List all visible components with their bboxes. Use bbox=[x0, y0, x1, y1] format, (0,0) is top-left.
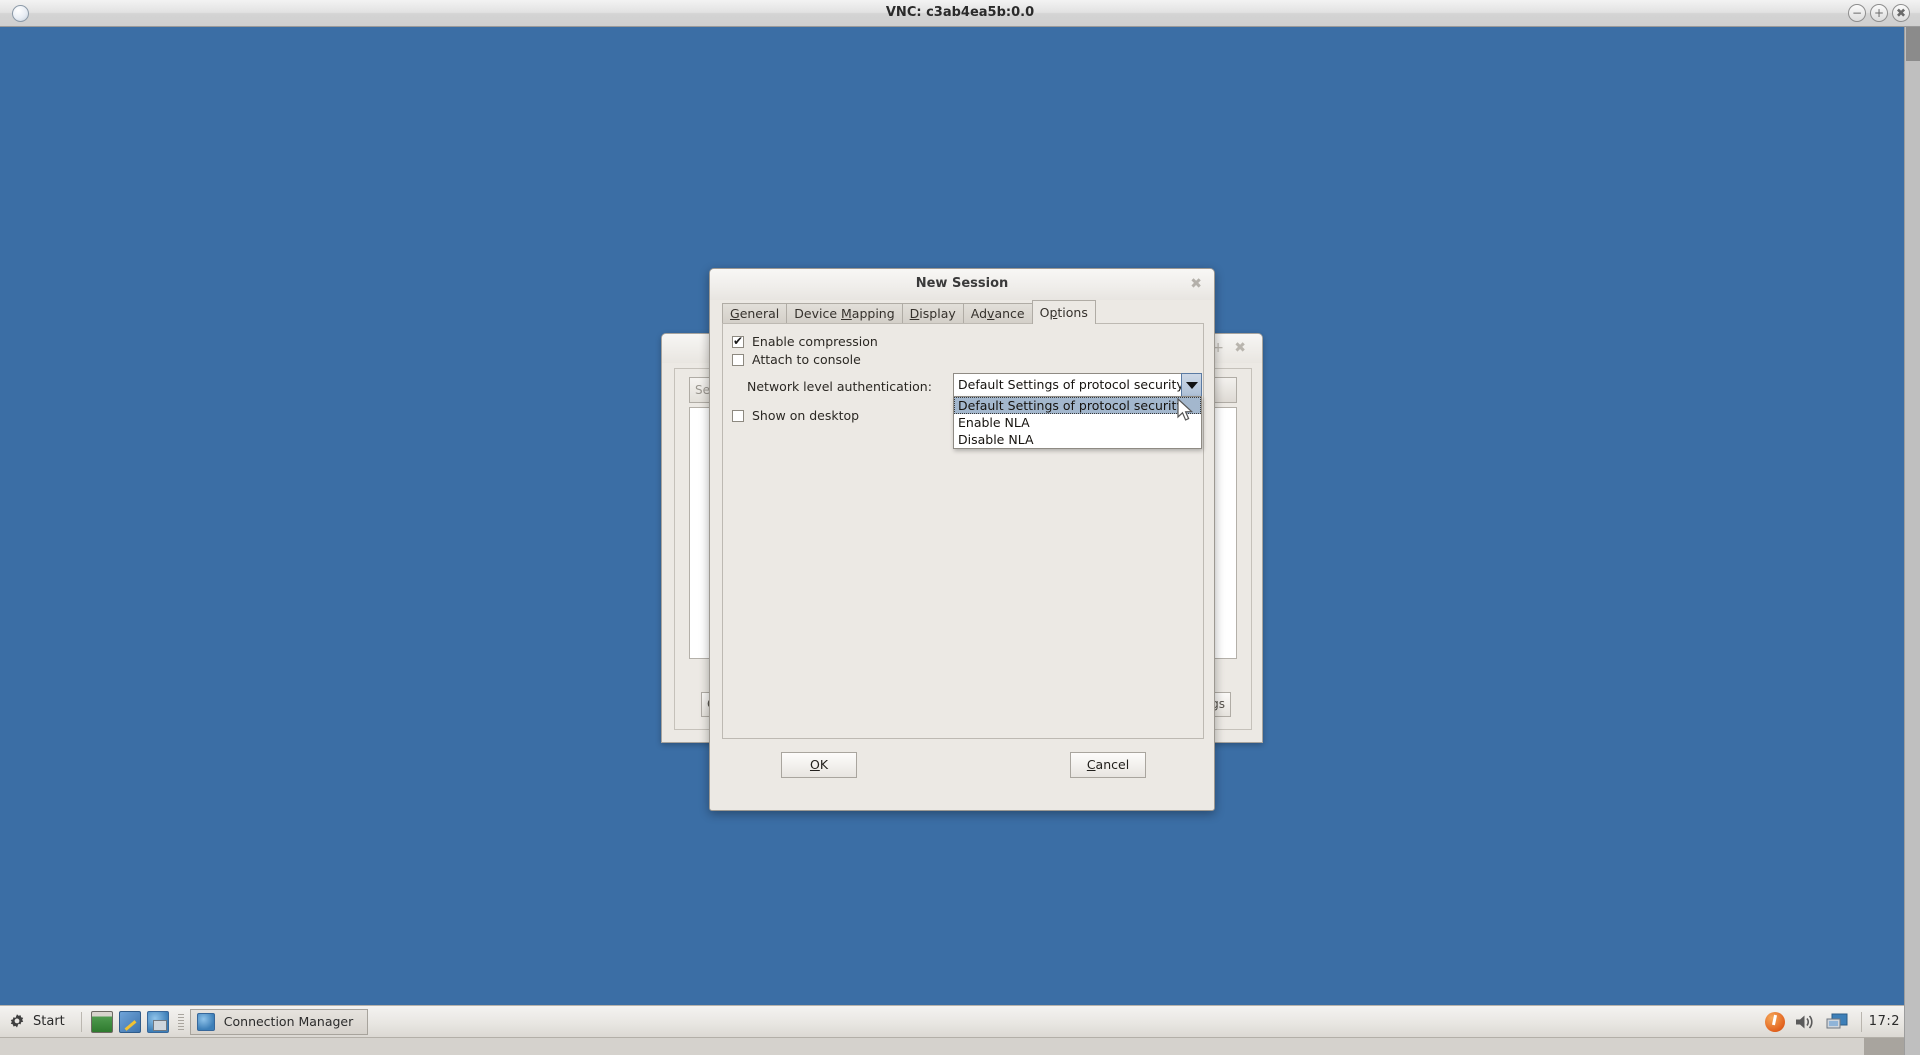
taskbar: Start Connection Manager 17:2 bbox=[0, 1005, 1904, 1037]
settings-icon[interactable] bbox=[118, 1010, 141, 1033]
desktop-bottom-strip bbox=[0, 1037, 1904, 1055]
enable-compression-label: Enable compression bbox=[752, 334, 878, 349]
vnc-titlebar: VNC: c3ab4ea5b:0.0 − + ✖ bbox=[0, 0, 1920, 27]
volume-icon[interactable] bbox=[1794, 1012, 1816, 1032]
dropdown-option-default-settings[interactable]: Default Settings of protocol security bbox=[954, 397, 1201, 414]
vnc-window-title: VNC: c3ab4ea5b:0.0 bbox=[885, 5, 1035, 20]
combobox-value[interactable]: Default Settings of protocol security bbox=[953, 373, 1181, 397]
attach-to-console-label: Attach to console bbox=[752, 352, 861, 367]
update-notifier-icon[interactable] bbox=[1764, 1011, 1785, 1032]
scrollbar-thumb[interactable] bbox=[1906, 27, 1920, 61]
divider bbox=[1860, 1011, 1862, 1032]
network-level-authentication-combobox[interactable]: Default Settings of protocol security bbox=[953, 373, 1202, 397]
vnc-vertical-scrollbar[interactable] bbox=[1904, 27, 1920, 1055]
chevron-down-icon[interactable] bbox=[1181, 373, 1202, 397]
network-level-authentication-dropdown-list[interactable]: Default Settings of protocol security En… bbox=[953, 396, 1202, 449]
remote-desktop-icon[interactable] bbox=[146, 1010, 169, 1033]
task-button-label: Connection Manager bbox=[223, 1014, 354, 1029]
tab-device-mapping[interactable]: Device Mapping bbox=[786, 303, 903, 324]
cancel-button[interactable]: Cancel bbox=[1070, 752, 1146, 778]
tab-advance[interactable]: Advance bbox=[962, 303, 1033, 324]
remote-desktop-icon bbox=[196, 1012, 215, 1031]
checkbox-icon[interactable] bbox=[732, 409, 744, 422]
system-tray: 17:2 bbox=[1760, 1011, 1904, 1032]
clock[interactable]: 17:2 bbox=[1869, 1014, 1900, 1029]
start-button[interactable]: Start bbox=[0, 1007, 75, 1037]
new-session-dialog: New Session ✖ General Device Mapping Dis… bbox=[709, 268, 1215, 811]
dropdown-option-enable-nla[interactable]: Enable NLA bbox=[954, 414, 1201, 431]
enable-compression-checkbox-row[interactable]: Enable compression bbox=[732, 334, 878, 349]
display-icon[interactable] bbox=[1825, 1012, 1849, 1032]
checkbox-icon[interactable] bbox=[732, 353, 744, 366]
vnc-window: VNC: c3ab4ea5b:0.0 − + ✖ + ✖ Se C gs New… bbox=[0, 0, 1920, 1055]
scrollbar-thumb[interactable] bbox=[1864, 1038, 1904, 1055]
ok-button[interactable]: OK bbox=[781, 752, 857, 778]
maximize-icon[interactable]: + bbox=[1870, 4, 1888, 22]
desktop-canvas: + ✖ Se C gs New Session ✖ General Device… bbox=[0, 27, 1904, 1055]
close-icon[interactable]: ✖ bbox=[1892, 4, 1910, 22]
gear-icon bbox=[10, 1013, 24, 1027]
tab-display[interactable]: Display bbox=[901, 303, 964, 324]
network-level-authentication-label: Network level authentication: bbox=[747, 379, 932, 394]
tabstrip: General Device Mapping Display Advance O… bbox=[722, 300, 1204, 324]
tab-general[interactable]: General bbox=[722, 303, 788, 324]
show-on-desktop-checkbox-row[interactable]: Show on desktop bbox=[732, 408, 859, 423]
dropdown-option-disable-nla[interactable]: Disable NLA bbox=[954, 431, 1201, 448]
attach-to-console-checkbox-row[interactable]: Attach to console bbox=[732, 352, 861, 367]
start-label: Start bbox=[33, 1014, 65, 1029]
taskbar-grip-handle[interactable] bbox=[177, 1013, 184, 1030]
tab-options[interactable]: Options bbox=[1031, 300, 1096, 324]
dialog-title: New Session bbox=[915, 276, 1009, 291]
close-icon[interactable]: ✖ bbox=[1190, 277, 1202, 291]
checkbox-icon[interactable] bbox=[732, 334, 744, 348]
minimize-icon[interactable]: − bbox=[1848, 4, 1866, 22]
dialog-titlebar: New Session ✖ bbox=[710, 269, 1214, 300]
divider bbox=[80, 1011, 82, 1032]
close-icon[interactable]: ✖ bbox=[1234, 341, 1246, 355]
show-on-desktop-label: Show on desktop bbox=[752, 408, 860, 423]
options-tab-panel: Enable compression Attach to console Net… bbox=[722, 323, 1204, 739]
task-button-connection-manager[interactable]: Connection Manager bbox=[189, 1008, 369, 1035]
terminal-icon[interactable] bbox=[90, 1010, 113, 1033]
